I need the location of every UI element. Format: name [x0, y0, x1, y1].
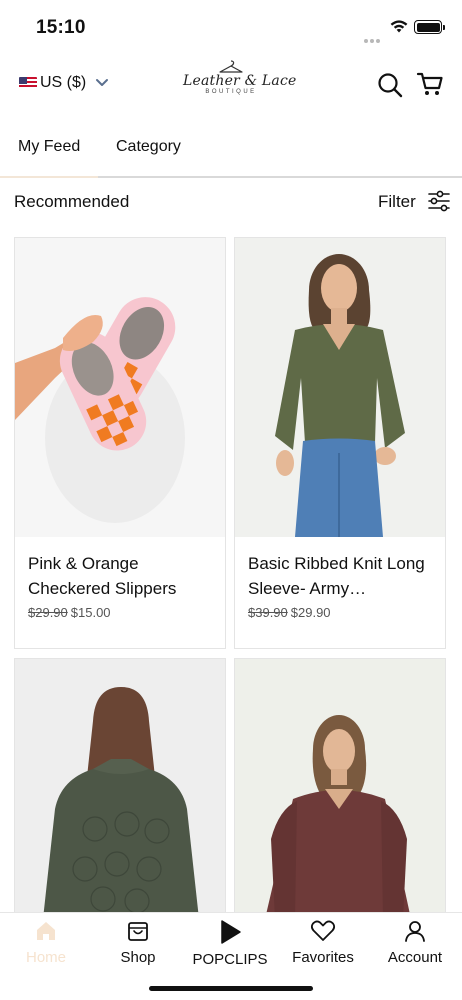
product-image[interactable]: [15, 659, 225, 917]
product-card[interactable]: [234, 658, 446, 918]
section-title: Recommended: [14, 192, 130, 211]
currency-selector[interactable]: US ($): [19, 74, 109, 92]
product-info: Basic Ribbed Knit Long Sleeve- Army… $39…: [235, 537, 445, 648]
user-icon: [405, 921, 425, 942]
logo-subtext: BOUTIQUE: [205, 89, 257, 95]
logo-text: Leather & Lace: [183, 73, 297, 89]
wifi-icon: [390, 20, 408, 33]
original-price: $39.90: [248, 605, 288, 620]
model-quilted-jacket-image: [15, 659, 225, 917]
slippers-image: [15, 238, 225, 537]
product-info: Pink & Orange Checkered Slippers $29.90 $…: [15, 537, 225, 648]
home-indicator[interactable]: [149, 986, 313, 991]
tab-selected-indicator: [0, 176, 98, 178]
play-icon: [221, 920, 241, 944]
product-price: $39.90 $29.90: [248, 605, 432, 620]
nav-home[interactable]: Home: [0, 919, 92, 966]
model-army-sweater-image: [235, 238, 445, 537]
original-price: $29.90: [28, 605, 68, 620]
search-icon[interactable]: [376, 71, 404, 99]
product-price: $29.90 $15.00: [28, 605, 212, 620]
nav-shop[interactable]: Shop: [92, 919, 184, 966]
brand-logo[interactable]: Leather & Lace BOUTIQUE: [183, 60, 297, 112]
hanger-icon: [219, 60, 243, 73]
us-flag-icon: [19, 77, 37, 89]
filter-icon[interactable]: [428, 189, 450, 213]
nav-favorites[interactable]: Favorites: [277, 919, 369, 966]
nav-popclips-label: POPCLIPS: [192, 951, 268, 968]
product-card[interactable]: Pink & Orange Checkered Slippers $29.90 $…: [14, 237, 226, 649]
status-bar: 15:10: [0, 0, 462, 54]
currency-label: US ($): [40, 74, 87, 91]
home-icon: [37, 922, 55, 940]
cart-icon[interactable]: [416, 70, 444, 98]
filter-button[interactable]: Filter: [378, 192, 416, 212]
product-name[interactable]: Pink & Orange Checkered Slippers: [28, 551, 212, 601]
heart-icon: [310, 920, 336, 941]
sale-price: $15.00: [70, 605, 111, 620]
feed-tabs: My Feed Category: [0, 118, 462, 178]
sale-price: $29.90: [290, 605, 331, 620]
nav-popclips[interactable]: POPCLIPS: [184, 919, 276, 968]
recommended-header: Recommended Filter: [0, 180, 462, 224]
tab-my-feed[interactable]: My Feed: [18, 138, 80, 156]
nav-account-label: Account: [387, 949, 443, 966]
shop-icon: [128, 922, 148, 941]
chevron-down-icon: [96, 78, 109, 86]
product-image[interactable]: [235, 659, 445, 917]
status-time: 15:10: [36, 17, 86, 38]
nav-favorites-label: Favorites: [292, 949, 354, 966]
product-image[interactable]: [15, 238, 225, 537]
nav-home-label: Home: [25, 949, 66, 966]
tab-category[interactable]: Category: [116, 138, 181, 156]
product-card[interactable]: Basic Ribbed Knit Long Sleeve- Army… $39…: [234, 237, 446, 649]
product-image[interactable]: [235, 238, 445, 537]
signal-icon: [364, 30, 386, 43]
nav-account[interactable]: Account: [369, 919, 461, 966]
product-name[interactable]: Basic Ribbed Knit Long Sleeve- Army…: [248, 551, 432, 601]
nav-shop-label: Shop: [120, 949, 156, 966]
product-card[interactable]: [14, 658, 226, 918]
app-header: US ($) Leather & Lace BOUTIQUE: [0, 54, 462, 118]
battery-icon: [414, 20, 445, 34]
model-plum-top-image: [235, 659, 445, 917]
